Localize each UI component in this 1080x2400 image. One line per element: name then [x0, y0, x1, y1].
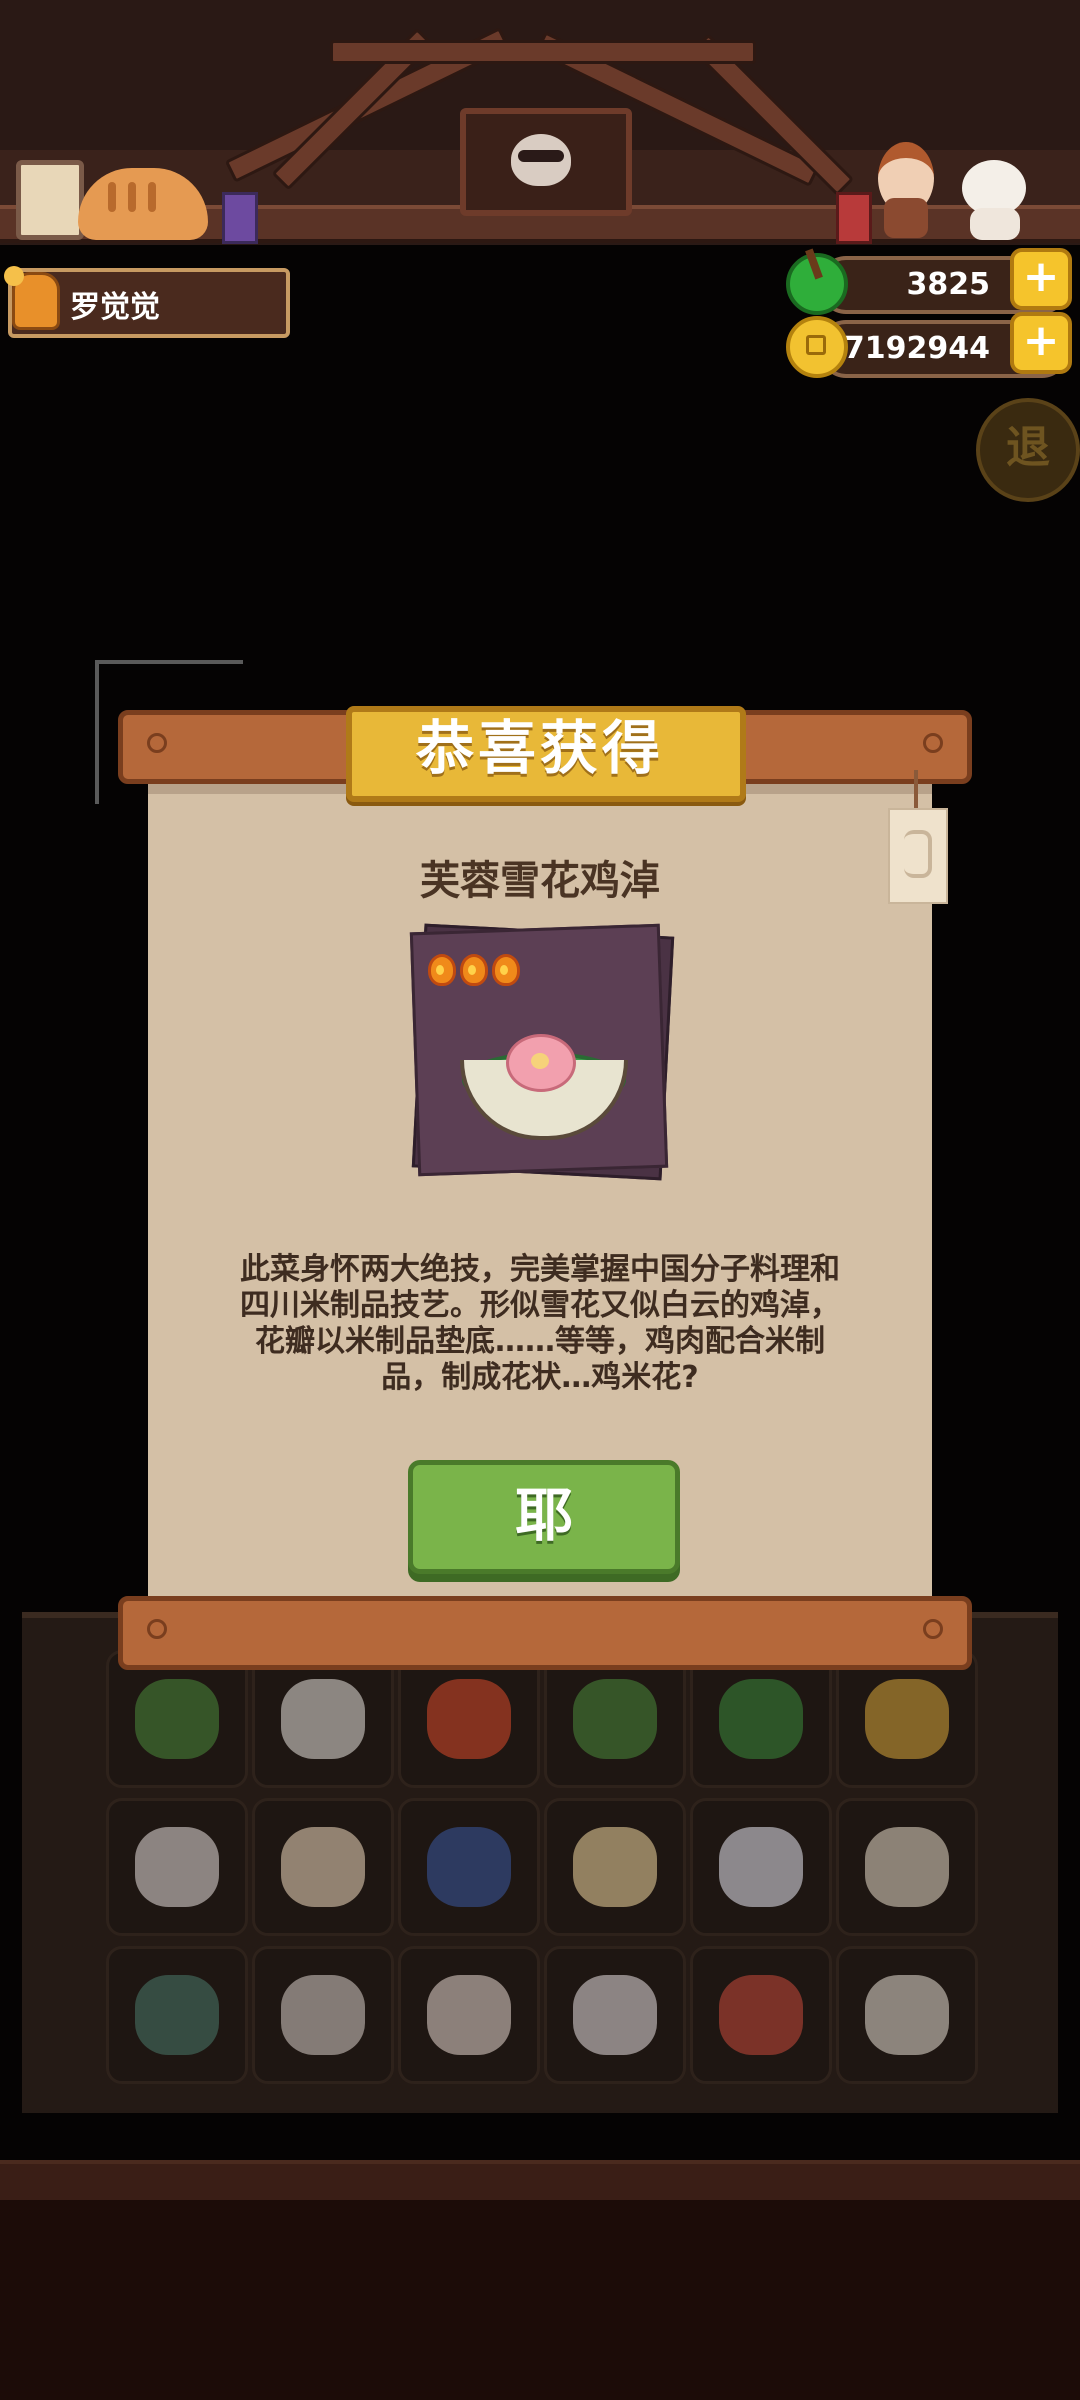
cucumber-icon: [573, 1679, 657, 1759]
flame-icon: [492, 954, 520, 986]
meat-icon: [719, 1975, 803, 2055]
purple-book-icon: [222, 192, 258, 244]
ingredient-slot[interactable]: [836, 1798, 978, 1936]
ingredient-slot[interactable]: [252, 1798, 394, 1936]
confirm-button[interactable]: 耶: [408, 1460, 680, 1574]
flame-icon: [428, 954, 456, 986]
chicken-icon: [135, 1827, 219, 1907]
ingredient-slot[interactable]: [836, 1946, 978, 2084]
rice-bowl-icon: [719, 1827, 803, 1907]
tofu-icon: [281, 1679, 365, 1759]
duck-icon: [427, 1975, 511, 2055]
ingredient-slot[interactable]: [398, 1650, 540, 1788]
green-onion-icon: [135, 1679, 219, 1759]
crab-icon: [135, 1975, 219, 2055]
ingredient-slot[interactable]: [690, 1798, 832, 1936]
floor-ledge: [0, 2160, 1080, 2204]
player-avatar-icon[interactable]: [0, 258, 66, 336]
ingredient-slot[interactable]: [690, 1650, 832, 1788]
paw-frame-icon: [16, 160, 84, 240]
add-gems-button[interactable]: +: [1010, 248, 1072, 310]
jade-gem-icon: [786, 253, 848, 315]
ingredient-slot[interactable]: [544, 1946, 686, 2084]
blue-fish-icon: [427, 1827, 511, 1907]
ingredient-slot[interactable]: [836, 1650, 978, 1788]
green-pepper-icon: [719, 1679, 803, 1759]
ingredient-slot[interactable]: [398, 1798, 540, 1936]
shrimp-icon: [281, 1975, 365, 2055]
scroll-rod-bottom: [118, 1596, 972, 1670]
tomato-icon: [427, 1679, 511, 1759]
red-book-icon: [836, 192, 872, 244]
lotus-dish-icon: [506, 1034, 576, 1092]
ingredient-slot[interactable]: [398, 1946, 540, 2084]
ingredient-slot[interactable]: [252, 1650, 394, 1788]
egg-icon: [281, 1827, 365, 1907]
gold-coin-icon: [786, 316, 848, 378]
coin-count: 87192944: [823, 331, 990, 366]
flame-icon: [460, 954, 488, 986]
ingredient-slot[interactable]: [544, 1650, 686, 1788]
squid-icon: [573, 1975, 657, 2055]
add-coins-button[interactable]: +: [1010, 312, 1072, 374]
clam-icon: [865, 1975, 949, 2055]
ingredient-slot[interactable]: [690, 1946, 832, 2084]
ingredient-slot[interactable]: [252, 1946, 394, 2084]
dish-description: 此菜身怀两大绝技，完美掌握中国分子料理和四川米制品技艺。形似雪花又似白云的鸡淖，…: [240, 1252, 840, 1395]
exit-button[interactable]: 退: [976, 398, 1080, 502]
raccoon-sign: [460, 108, 632, 216]
floor: [0, 2200, 1080, 2400]
dish-name: 芙蓉雪花鸡淖: [420, 858, 660, 904]
potato-icon: [865, 1679, 949, 1759]
chef-doll-icon: [870, 142, 940, 238]
ingredient-slot[interactable]: [544, 1798, 686, 1936]
ingredient-slot[interactable]: [106, 1650, 248, 1788]
ingredient-slot[interactable]: [106, 1946, 248, 2084]
player-name: 罗觉觉: [70, 290, 160, 325]
dialog-title: 恭喜获得: [415, 714, 664, 782]
rice-cake-icon: [573, 1827, 657, 1907]
white-cat-icon: [958, 160, 1032, 240]
ingredient-slot[interactable]: [106, 1798, 248, 1936]
jar-icon: [865, 1827, 949, 1907]
gem-count: 3825: [906, 267, 991, 302]
